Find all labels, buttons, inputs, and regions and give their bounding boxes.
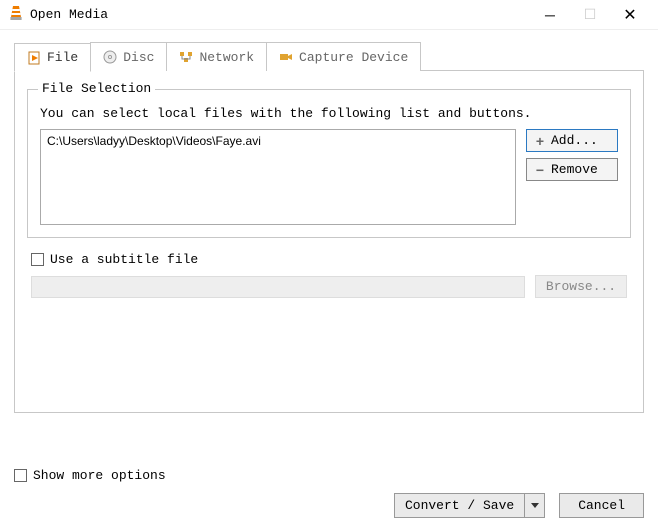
remove-button[interactable]: − Remove [526,158,618,181]
tab-file-label: File [47,50,78,65]
cancel-button[interactable]: Cancel [559,493,644,518]
file-list[interactable]: C:\Users\ladyy\Desktop\Videos\Faye.avi [40,129,516,225]
add-button[interactable]: + Add... [526,129,618,152]
network-icon [179,50,193,64]
vlc-icon [8,5,24,25]
show-more-label: Show more options [33,468,166,483]
file-list-item[interactable]: C:\Users\ladyy\Desktop\Videos\Faye.avi [47,134,509,148]
convert-save-button[interactable]: Convert / Save [394,493,545,518]
file-icon [27,51,41,65]
show-more-checkbox[interactable] [14,469,27,482]
cancel-button-label: Cancel [578,498,625,513]
tab-network-label: Network [199,50,254,65]
tab-disc[interactable]: Disc [90,42,167,71]
file-selection-legend: File Selection [38,81,155,96]
subtitle-checkbox[interactable] [31,253,44,266]
maximize-button: ☐ [570,1,610,29]
remove-button-label: Remove [551,162,598,177]
plus-icon: + [533,134,547,148]
tab-disc-label: Disc [123,50,154,65]
subtitle-path-input [31,276,525,298]
window-title: Open Media [30,7,530,22]
subtitle-label: Use a subtitle file [50,252,198,267]
browse-button: Browse... [535,275,627,298]
capture-icon [279,50,293,64]
tabs: File Disc Network Capture Device [14,42,644,71]
minimize-button[interactable]: ─ [530,1,570,29]
minus-icon: − [533,163,547,177]
show-more-row[interactable]: Show more options [14,468,644,483]
file-selection-hint: You can select local files with the foll… [40,106,618,121]
subtitle-checkbox-row[interactable]: Use a subtitle file [31,252,627,267]
file-selection-group: File Selection You can select local file… [27,89,631,238]
tab-network[interactable]: Network [166,42,267,71]
convert-save-dropdown[interactable] [525,493,545,518]
tab-panel-file: File Selection You can select local file… [14,70,644,413]
browse-button-label: Browse... [546,279,616,294]
convert-save-label[interactable]: Convert / Save [394,493,525,518]
tab-capture[interactable]: Capture Device [266,42,421,71]
add-button-label: Add... [551,133,598,148]
tab-capture-label: Capture Device [299,50,408,65]
tab-file[interactable]: File [14,43,91,72]
chevron-down-icon [531,503,539,508]
close-button[interactable]: ✕ [610,1,650,29]
disc-icon [103,50,117,64]
